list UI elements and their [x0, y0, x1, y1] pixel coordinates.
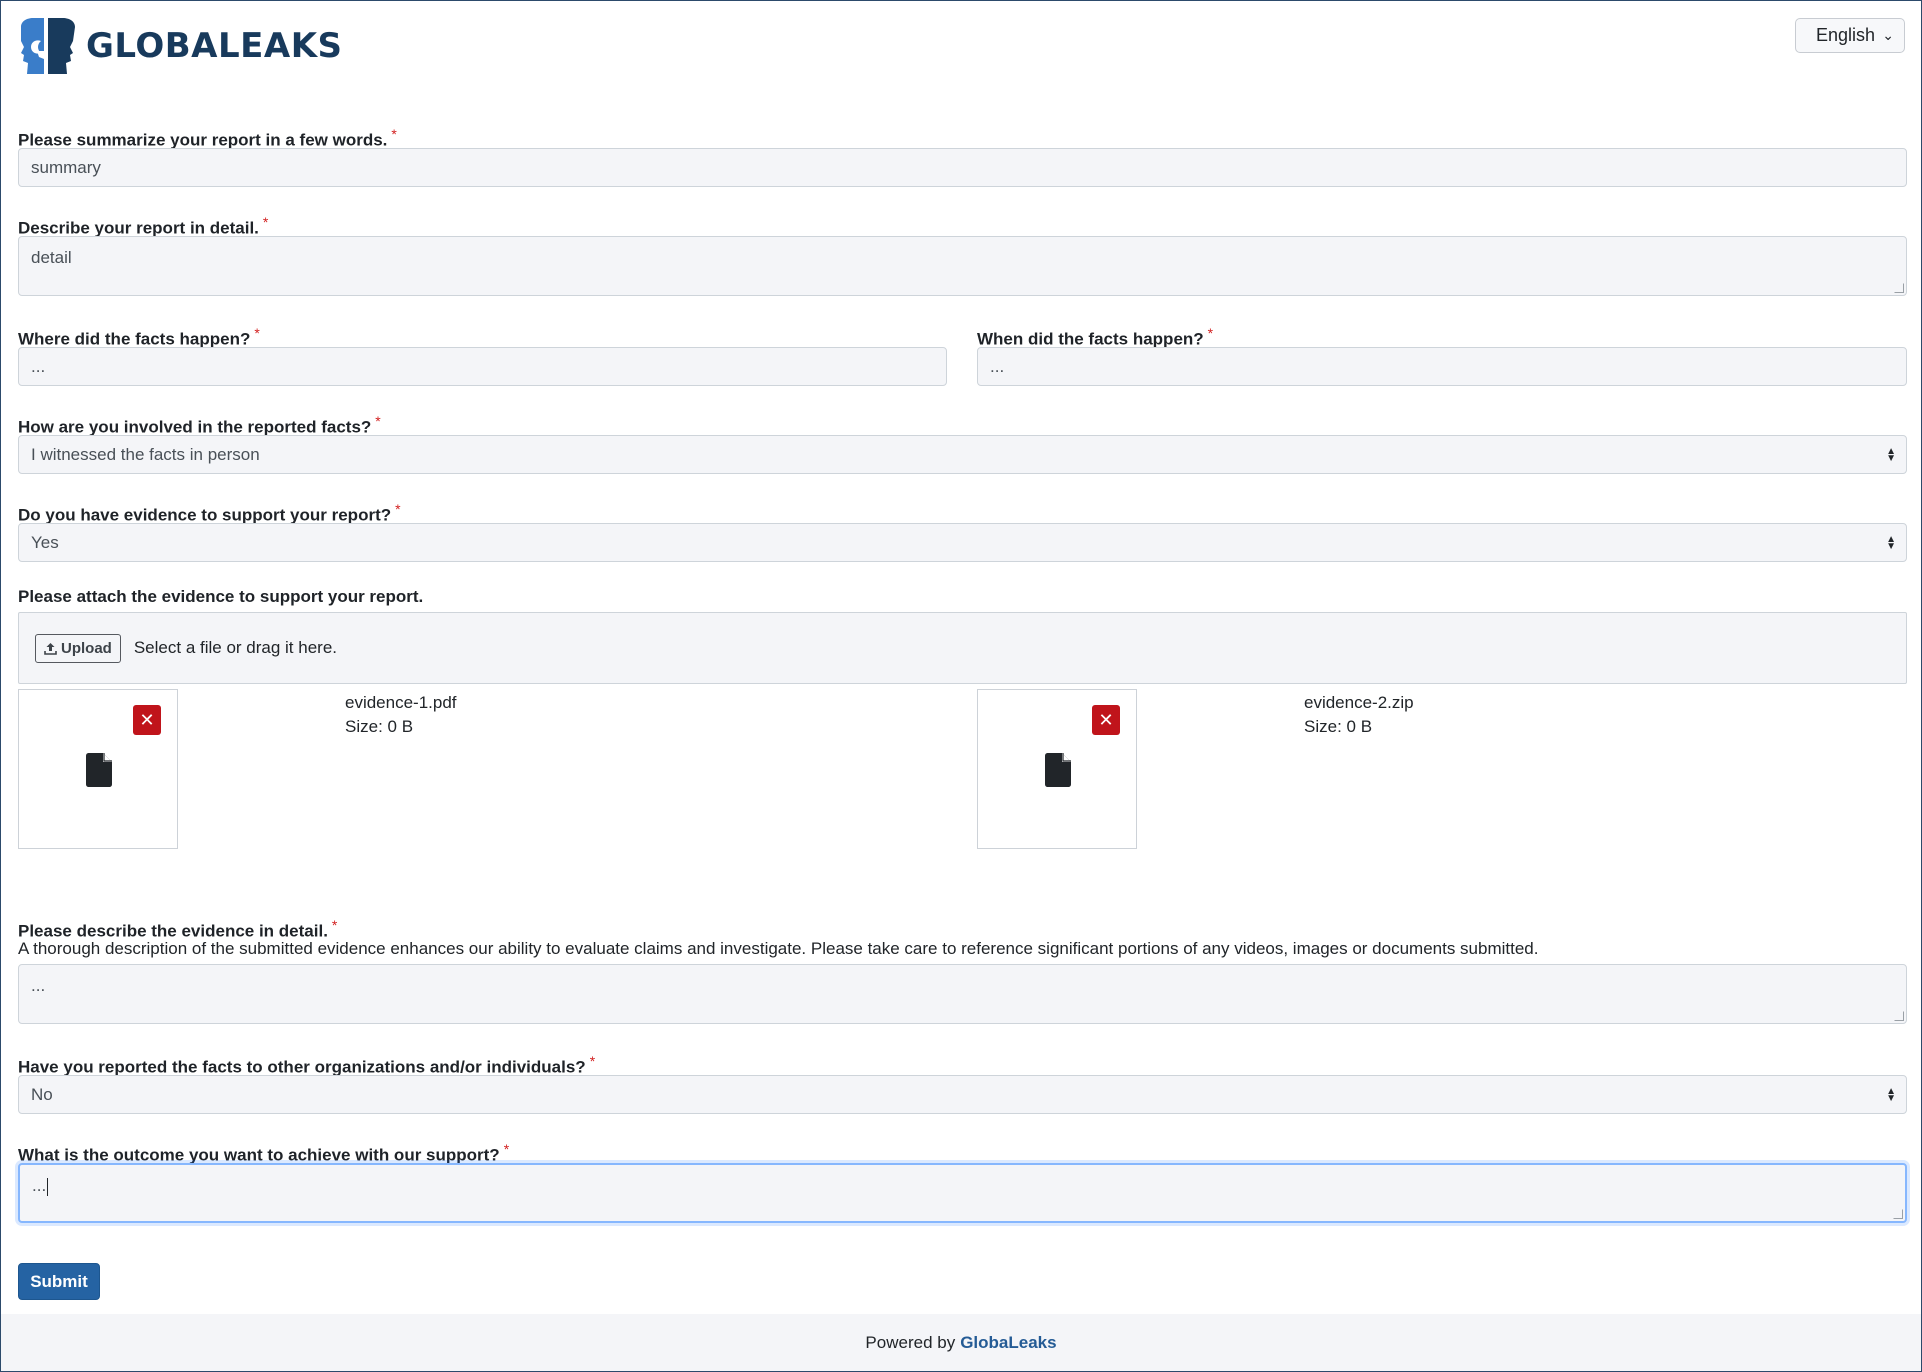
submit-button[interactable]: Submit [18, 1263, 100, 1300]
required-marker: * [503, 1141, 510, 1157]
reported-elsewhere-select-value: No [31, 1085, 53, 1104]
evidence-description-hint: A thorough description of the submitted … [18, 939, 1539, 958]
involvement-select-value: I witnessed the facts in person [31, 445, 260, 464]
upload-button[interactable]: Upload [35, 633, 121, 663]
file-icon [86, 753, 112, 787]
close-icon: ✕ [1098, 709, 1114, 730]
select-arrows-icon: ▲ ▼ [1886, 445, 1896, 464]
when-label: When did the facts happen? * [977, 325, 1214, 349]
resize-handle[interactable] [1894, 283, 1904, 293]
outcome-textarea[interactable]: ... [18, 1163, 1907, 1223]
globaleaks-logo-icon [21, 18, 75, 74]
when-input[interactable]: ... [977, 347, 1907, 386]
logo-text: GLOBALEAKS [86, 26, 343, 66]
drop-zone-text: Select a file or drag it here. [133, 638, 338, 657]
globaleaks-link[interactable]: GlobaLeaks [960, 1333, 1056, 1353]
evidence-description-value: ... [31, 976, 46, 995]
has-evidence-label: Do you have evidence to support your rep… [18, 501, 401, 525]
outcome-value: ... [32, 1176, 47, 1195]
file-card: ✕ [977, 689, 1137, 849]
required-marker: * [331, 917, 338, 933]
detail-textarea[interactable]: detail [18, 236, 1907, 296]
remove-file-button[interactable]: ✕ [1092, 705, 1120, 735]
header: GLOBALEAKS English ⌄ [1, 1, 1921, 91]
attachments-field: Please attach the evidence to support yo… [18, 587, 1907, 684]
summary-field: Please summarize your report in a few wo… [18, 124, 1907, 187]
file-name: evidence-2.zip [1304, 693, 1414, 712]
where-input[interactable]: ... [18, 347, 947, 386]
file-name: evidence-1.pdf [345, 693, 457, 712]
required-marker: * [589, 1053, 596, 1069]
summary-label: Please summarize your report in a few wo… [18, 126, 397, 150]
required-marker: * [254, 325, 260, 341]
where-label: Where did the facts happen? * [18, 325, 260, 349]
chevron-down-icon: ⌄ [1882, 27, 1894, 43]
remove-file-button[interactable]: ✕ [133, 705, 161, 735]
close-icon: ✕ [139, 709, 155, 730]
file-drop-zone[interactable]: Upload Select a file or drag it here. [18, 612, 1907, 684]
required-marker: * [395, 501, 401, 517]
footer: Powered by GlobaLeaks [1, 1314, 1921, 1371]
reported-elsewhere-label: Have you reported the facts to other org… [18, 1053, 596, 1077]
required-marker: * [1207, 325, 1214, 341]
evidence-description-field: Please describe the evidence in detail. *… [18, 915, 1907, 1024]
file-size: Size: 0 B [1304, 717, 1373, 736]
resize-handle[interactable] [1894, 1011, 1904, 1021]
when-field: When did the facts happen? * ... [977, 323, 1907, 386]
language-select[interactable]: English ⌄ [1795, 18, 1905, 53]
file-card: ✕ [18, 689, 178, 849]
upload-button-label: Upload [61, 639, 112, 657]
detail-label: Describe your report in detail. * [18, 214, 269, 238]
file-info: evidence-1.pdf Size: 0 B [345, 691, 457, 739]
select-arrows-icon: ▲ ▼ [1886, 533, 1896, 552]
required-marker: * [391, 126, 397, 142]
select-arrows-icon: ▲ ▼ [1886, 1085, 1896, 1104]
attachments-label: Please attach the evidence to support yo… [18, 587, 424, 606]
logo[interactable]: GLOBALEAKS [17, 17, 343, 75]
required-marker: * [375, 413, 381, 429]
file-info: evidence-2.zip Size: 0 B [1304, 691, 1414, 739]
detail-value: detail [31, 248, 72, 267]
where-field: Where did the facts happen? * ... [18, 323, 947, 386]
reported-elsewhere-field: Have you reported the facts to other org… [18, 1051, 1907, 1114]
text-caret [47, 1177, 49, 1196]
file-icon [1045, 753, 1071, 787]
reported-elsewhere-select[interactable]: No ▲ ▼ [18, 1075, 1907, 1114]
evidence-description-label: Please describe the evidence in detail. * [18, 917, 338, 941]
required-marker: * [262, 214, 269, 230]
has-evidence-field: Do you have evidence to support your rep… [18, 499, 1907, 562]
summary-input[interactable]: summary [18, 148, 1907, 187]
evidence-description-textarea[interactable]: ... [18, 964, 1907, 1024]
involvement-label: How are you involved in the reported fac… [18, 413, 381, 437]
language-select-value: English [1816, 25, 1876, 45]
file-size: Size: 0 B [345, 717, 414, 736]
has-evidence-select-value: Yes [31, 533, 59, 552]
detail-field: Describe your report in detail. * detail [18, 212, 1907, 296]
has-evidence-select[interactable]: Yes ▲ ▼ [18, 523, 1907, 562]
outcome-label: What is the outcome you want to achieve … [18, 1141, 510, 1165]
upload-icon [44, 642, 57, 655]
resize-handle[interactable] [1893, 1209, 1903, 1219]
footer-prefix: Powered by [865, 1332, 956, 1352]
involvement-select[interactable]: I witnessed the facts in person ▲ ▼ [18, 435, 1907, 474]
involvement-field: How are you involved in the reported fac… [18, 411, 1907, 474]
outcome-field: What is the outcome you want to achieve … [18, 1139, 1907, 1223]
